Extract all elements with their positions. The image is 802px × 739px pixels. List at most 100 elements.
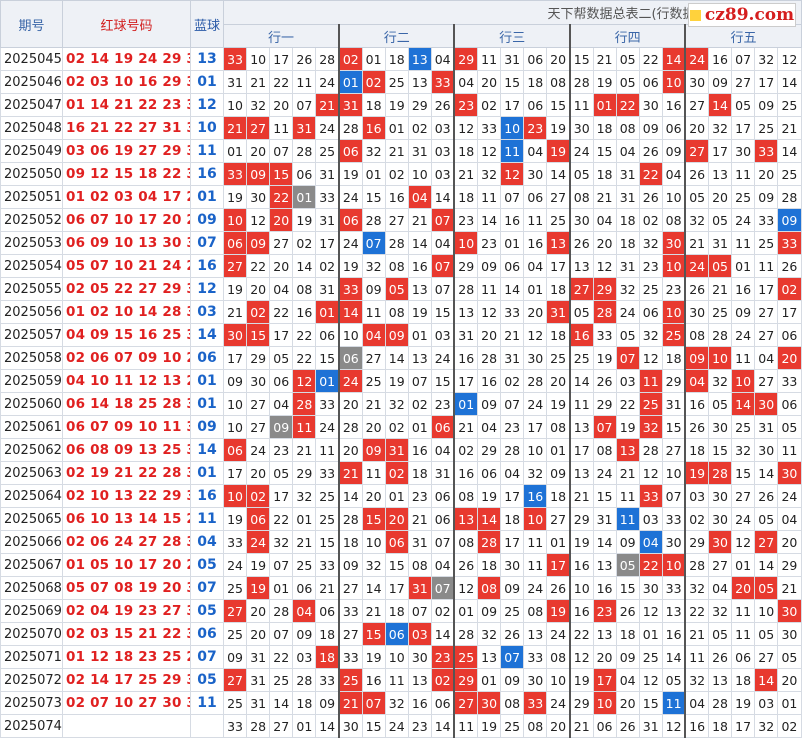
- number-cell: 05: [754, 576, 779, 600]
- number-cell: 06: [337, 208, 363, 232]
- number-cell: 24: [592, 461, 617, 485]
- number-cell: 21: [568, 714, 594, 738]
- number-cell: 30: [731, 139, 756, 163]
- number-cell: 15: [592, 484, 617, 508]
- number-cell: 20: [546, 369, 571, 393]
- number-cell: 29: [407, 93, 432, 117]
- number-cell: 16: [568, 553, 594, 577]
- number-cell: 15: [731, 461, 756, 485]
- number-cell: 08: [477, 576, 502, 600]
- number-cell: 14: [292, 254, 317, 278]
- number-cell: 11: [731, 346, 756, 370]
- number-cell: 07: [661, 484, 686, 508]
- table-row: 202506006 14 18 25 28 300110270428332021…: [0, 392, 802, 416]
- number-cell: 07: [292, 93, 317, 117]
- number-cell: 19: [337, 162, 363, 186]
- number-cell: 29: [453, 254, 479, 278]
- number-cell: 21: [384, 139, 409, 163]
- number-cell: 25: [661, 323, 686, 347]
- number-cell: 11: [477, 47, 502, 71]
- number-cell: 28: [777, 185, 802, 209]
- number-cell: 13: [568, 461, 594, 485]
- number-cell: 26: [592, 369, 617, 393]
- blue-ball: [190, 714, 224, 738]
- number-cell: 02: [361, 70, 386, 94]
- number-cell: 32: [384, 392, 409, 416]
- number-cell: 29: [661, 369, 686, 393]
- number-cell: 29: [777, 553, 802, 577]
- number-cell: 05: [707, 208, 733, 232]
- number-cell: 02: [638, 208, 663, 232]
- number-cell: 16: [500, 208, 525, 232]
- number-cell: 22: [269, 185, 294, 209]
- number-cell: 09: [615, 645, 640, 669]
- number-cell: 11: [361, 300, 386, 324]
- number-cell: 06: [315, 599, 340, 623]
- number-cell: 13: [592, 622, 617, 646]
- blue-ball: 03: [190, 300, 224, 324]
- number-cell: 09: [361, 277, 386, 301]
- number-cell: 10: [661, 461, 686, 485]
- number-cell: 24: [246, 530, 271, 554]
- number-cell: 09: [731, 300, 756, 324]
- number-cell: 18: [500, 507, 525, 531]
- number-cell: 08: [384, 300, 409, 324]
- number-cell: 33: [777, 369, 802, 393]
- number-cell: 25: [777, 93, 802, 117]
- number-cell: 17: [546, 553, 571, 577]
- number-cell: 31: [246, 645, 271, 669]
- number-cell: 27: [754, 645, 779, 669]
- number-cell: 14: [568, 369, 594, 393]
- number-cell: 06: [430, 484, 455, 508]
- number-cell: 05: [615, 323, 640, 347]
- number-cell: 21: [337, 691, 363, 715]
- number-cell: 10: [337, 323, 363, 347]
- number-cell: 33: [777, 231, 802, 255]
- number-cell: 21: [361, 599, 386, 623]
- number-cell: 25: [731, 185, 756, 209]
- number-cell: 27: [222, 254, 248, 278]
- number-cell: 12: [638, 461, 663, 485]
- number-cell: 22: [269, 300, 294, 324]
- issue-number: 2025064: [0, 484, 63, 508]
- number-cell: 15: [546, 93, 571, 117]
- number-cell: 12: [638, 346, 663, 370]
- number-cell: 13: [453, 300, 479, 324]
- number-cell: 27: [384, 208, 409, 232]
- number-cell: 27: [222, 599, 248, 623]
- number-cell: 05: [707, 622, 733, 646]
- number-cell: 11: [638, 369, 663, 393]
- number-cell: 16: [523, 231, 548, 255]
- number-cell: 06: [500, 254, 525, 278]
- number-cell: 15: [361, 507, 386, 531]
- number-cell: 28: [568, 70, 594, 94]
- number-cell: 21: [592, 185, 617, 209]
- number-cell: 18: [453, 139, 479, 163]
- number-cell: 19: [684, 461, 709, 485]
- number-cell: 13: [407, 668, 432, 692]
- number-cell: 01: [315, 300, 340, 324]
- number-cell: 06: [430, 415, 455, 439]
- number-cell: 21: [222, 116, 248, 140]
- table-row: 202505704 09 15 16 25 301430151722061004…: [0, 323, 802, 347]
- number-cell: 30: [500, 553, 525, 577]
- number-cell: 06: [638, 70, 663, 94]
- red-balls: 01 02 03 04 17 22: [62, 185, 191, 209]
- number-cell: 30: [568, 208, 594, 232]
- number-cell: 21: [292, 530, 317, 554]
- number-cell: 04: [684, 691, 709, 715]
- number-cell: 24: [731, 507, 756, 531]
- number-cell: 33: [337, 277, 363, 301]
- red-balls: 02 06 07 09 10 20: [62, 346, 191, 370]
- red-balls: 01 14 21 22 23 31: [62, 93, 191, 117]
- number-cell: 11: [292, 415, 317, 439]
- number-cell: 29: [453, 47, 479, 71]
- number-cell: 11: [477, 277, 502, 301]
- issue-number: 2025058: [0, 346, 63, 370]
- number-cell: 08: [546, 415, 571, 439]
- red-balls: 06 07 09 10 11 32: [62, 415, 191, 439]
- number-cell: 15: [361, 714, 386, 738]
- number-cell: 21: [568, 484, 594, 508]
- number-cell: 11: [568, 93, 594, 117]
- issue-number: 2025059: [0, 369, 63, 393]
